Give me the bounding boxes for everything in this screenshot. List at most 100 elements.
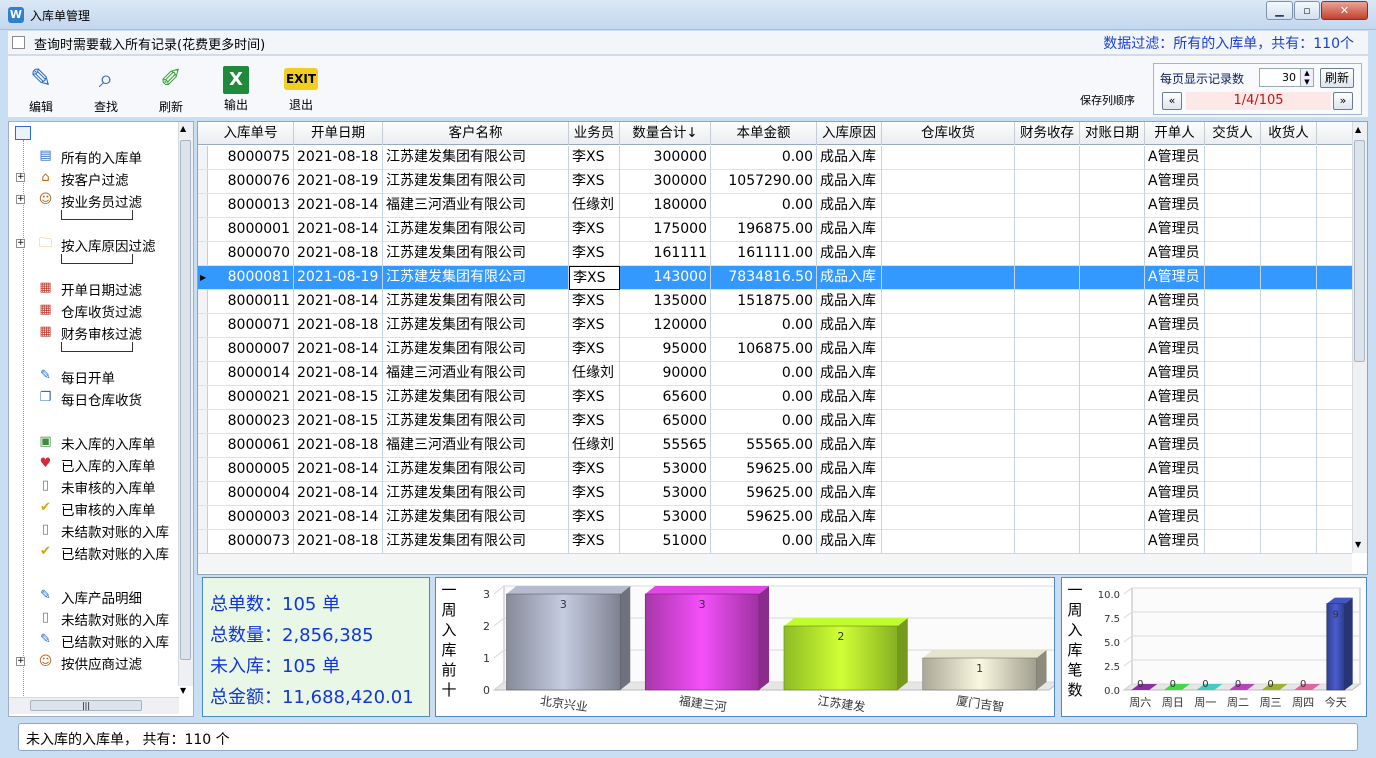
table-cell[interactable]: 161111.00: [711, 242, 817, 266]
table-cell[interactable]: 0.00: [711, 314, 817, 338]
table-cell[interactable]: A管理员: [1145, 266, 1205, 290]
table-cell[interactable]: 8000081: [208, 266, 294, 290]
table-cell[interactable]: [1080, 506, 1145, 530]
column-header[interactable]: 入库单号: [208, 122, 294, 145]
table-cell[interactable]: 成品入库: [817, 314, 882, 338]
table-cell[interactable]: 2021-08-18: [294, 242, 383, 266]
table-cell[interactable]: [1205, 482, 1261, 506]
table-cell[interactable]: 李XS: [569, 170, 620, 194]
table-cell[interactable]: [1205, 242, 1261, 266]
column-header[interactable]: 对账日期: [1080, 122, 1145, 145]
table-cell[interactable]: [1205, 458, 1261, 482]
table-cell[interactable]: 江苏建发集团有限公司: [383, 242, 569, 266]
table-cell[interactable]: [1080, 242, 1145, 266]
table-cell[interactable]: 151875.00: [711, 290, 817, 314]
table-cell[interactable]: 福建三河酒业有限公司: [383, 362, 569, 386]
table-cell[interactable]: [1015, 290, 1080, 314]
tree-hscroll-thumb[interactable]: |||: [30, 700, 142, 711]
table-cell[interactable]: 8000070: [208, 242, 294, 266]
table-cell[interactable]: [1080, 386, 1145, 410]
table-row[interactable]: 8000004 2021-08-14 江苏建发集团有限公司 李XS 53000 59625…: [198, 482, 1352, 506]
table-cell[interactable]: 53000: [620, 458, 711, 482]
table-cell[interactable]: 2021-08-15: [294, 386, 383, 410]
column-header[interactable]: 入库原因: [817, 122, 882, 145]
table-cell[interactable]: [882, 530, 1015, 554]
table-cell[interactable]: 2021-08-14: [294, 458, 383, 482]
table-cell[interactable]: [1261, 434, 1317, 458]
table-cell[interactable]: [1080, 458, 1145, 482]
table-row[interactable]: 8000023 2021-08-15 江苏建发集团有限公司 李XS 65000 0.00 成…: [198, 410, 1352, 434]
table-cell[interactable]: 2021-08-18: [294, 530, 383, 554]
table-cell[interactable]: 李XS: [569, 338, 620, 362]
table-cell[interactable]: [1205, 194, 1261, 218]
table-cell[interactable]: 51000: [620, 530, 711, 554]
table-cell[interactable]: A管理员: [1145, 146, 1205, 170]
table-cell[interactable]: [1015, 218, 1080, 242]
table-cell[interactable]: [1015, 410, 1080, 434]
table-cell[interactable]: 8000023: [208, 410, 294, 434]
table-cell[interactable]: A管理员: [1145, 194, 1205, 218]
table-cell[interactable]: 李XS: [569, 314, 620, 338]
table-cell[interactable]: 江苏建发集团有限公司: [383, 266, 569, 290]
table-cell[interactable]: [1205, 410, 1261, 434]
table-cell[interactable]: 2021-08-14: [294, 338, 383, 362]
table-cell[interactable]: 2021-08-18: [294, 146, 383, 170]
table-cell[interactable]: [1015, 530, 1080, 554]
exit-button[interactable]: EXIT 退出: [273, 60, 329, 116]
table-cell[interactable]: 120000: [620, 314, 711, 338]
table-cell[interactable]: A管理员: [1145, 482, 1205, 506]
table-cell[interactable]: [1261, 410, 1317, 434]
table-cell[interactable]: A管理员: [1145, 434, 1205, 458]
table-cell[interactable]: 江苏建发集团有限公司: [383, 530, 569, 554]
table-cell[interactable]: 江苏建发集团有限公司: [383, 170, 569, 194]
table-cell[interactable]: 江苏建发集团有限公司: [383, 410, 569, 434]
table-cell[interactable]: 江苏建发集团有限公司: [383, 314, 569, 338]
tree-item[interactable]: ▯ 未审核的入库单: [9, 475, 189, 497]
table-cell[interactable]: 59625.00: [711, 506, 817, 530]
refresh-button[interactable]: ✐ 刷新: [143, 60, 199, 116]
column-header[interactable]: 客户名称: [383, 122, 569, 145]
tree-item[interactable]: ✔ 已结款对账的入库: [9, 541, 189, 563]
table-cell[interactable]: 江苏建发集团有限公司: [383, 290, 569, 314]
table-cell[interactable]: [1080, 170, 1145, 194]
table-cell[interactable]: 59625.00: [711, 458, 817, 482]
table-row[interactable]: 8000061 2021-08-18 福建三河酒业有限公司 任缘刘 55565 55565…: [198, 434, 1352, 458]
table-cell[interactable]: A管理员: [1145, 362, 1205, 386]
table-cell[interactable]: [882, 314, 1015, 338]
table-row[interactable]: 8000075 2021-08-18 江苏建发集团有限公司 李XS 300000 0.00…: [198, 146, 1352, 170]
table-cell[interactable]: 江苏建发集团有限公司: [383, 482, 569, 506]
column-header[interactable]: 本单金额: [711, 122, 817, 145]
tree-item[interactable]: ▯ 未结款对账的入库: [9, 519, 189, 541]
table-cell[interactable]: 0.00: [711, 530, 817, 554]
table-cell[interactable]: 2021-08-18: [294, 434, 383, 458]
table-row[interactable]: 8000076 2021-08-19 江苏建发集团有限公司 李XS 300000 1057…: [198, 170, 1352, 194]
find-button[interactable]: ⌕ 查找: [78, 60, 134, 116]
table-cell[interactable]: 成品入库: [817, 362, 882, 386]
table-cell[interactable]: A管理员: [1145, 410, 1205, 434]
per-page-input[interactable]: 30: [1259, 68, 1301, 87]
table-cell[interactable]: 0.00: [711, 410, 817, 434]
table-cell[interactable]: [882, 146, 1015, 170]
table-row[interactable]: 8000003 2021-08-14 江苏建发集团有限公司 李XS 53000 59625…: [198, 506, 1352, 530]
table-cell[interactable]: 福建三河酒业有限公司: [383, 194, 569, 218]
table-cell[interactable]: 175000: [620, 218, 711, 242]
table-cell[interactable]: [1015, 146, 1080, 170]
table-cell[interactable]: 55565.00: [711, 434, 817, 458]
table-cell[interactable]: A管理员: [1145, 170, 1205, 194]
table-cell[interactable]: A管理员: [1145, 530, 1205, 554]
table-cell[interactable]: 福建三河酒业有限公司: [383, 434, 569, 458]
table-cell[interactable]: [1080, 482, 1145, 506]
column-header[interactable]: 业务员: [569, 122, 620, 145]
table-cell[interactable]: 65600: [620, 386, 711, 410]
table-cell[interactable]: 江苏建发集团有限公司: [383, 218, 569, 242]
table-cell[interactable]: 0.00: [711, 386, 817, 410]
table-cell[interactable]: [1261, 314, 1317, 338]
expand-icon[interactable]: +: [16, 173, 25, 182]
table-cell[interactable]: [882, 194, 1015, 218]
column-header[interactable]: 仓库收货: [882, 122, 1015, 145]
table-cell[interactable]: [1205, 218, 1261, 242]
table-cell[interactable]: 90000: [620, 362, 711, 386]
table-cell[interactable]: 江苏建发集团有限公司: [383, 146, 569, 170]
column-header[interactable]: 交货人: [1205, 122, 1261, 145]
table-cell[interactable]: 李XS: [569, 410, 620, 434]
